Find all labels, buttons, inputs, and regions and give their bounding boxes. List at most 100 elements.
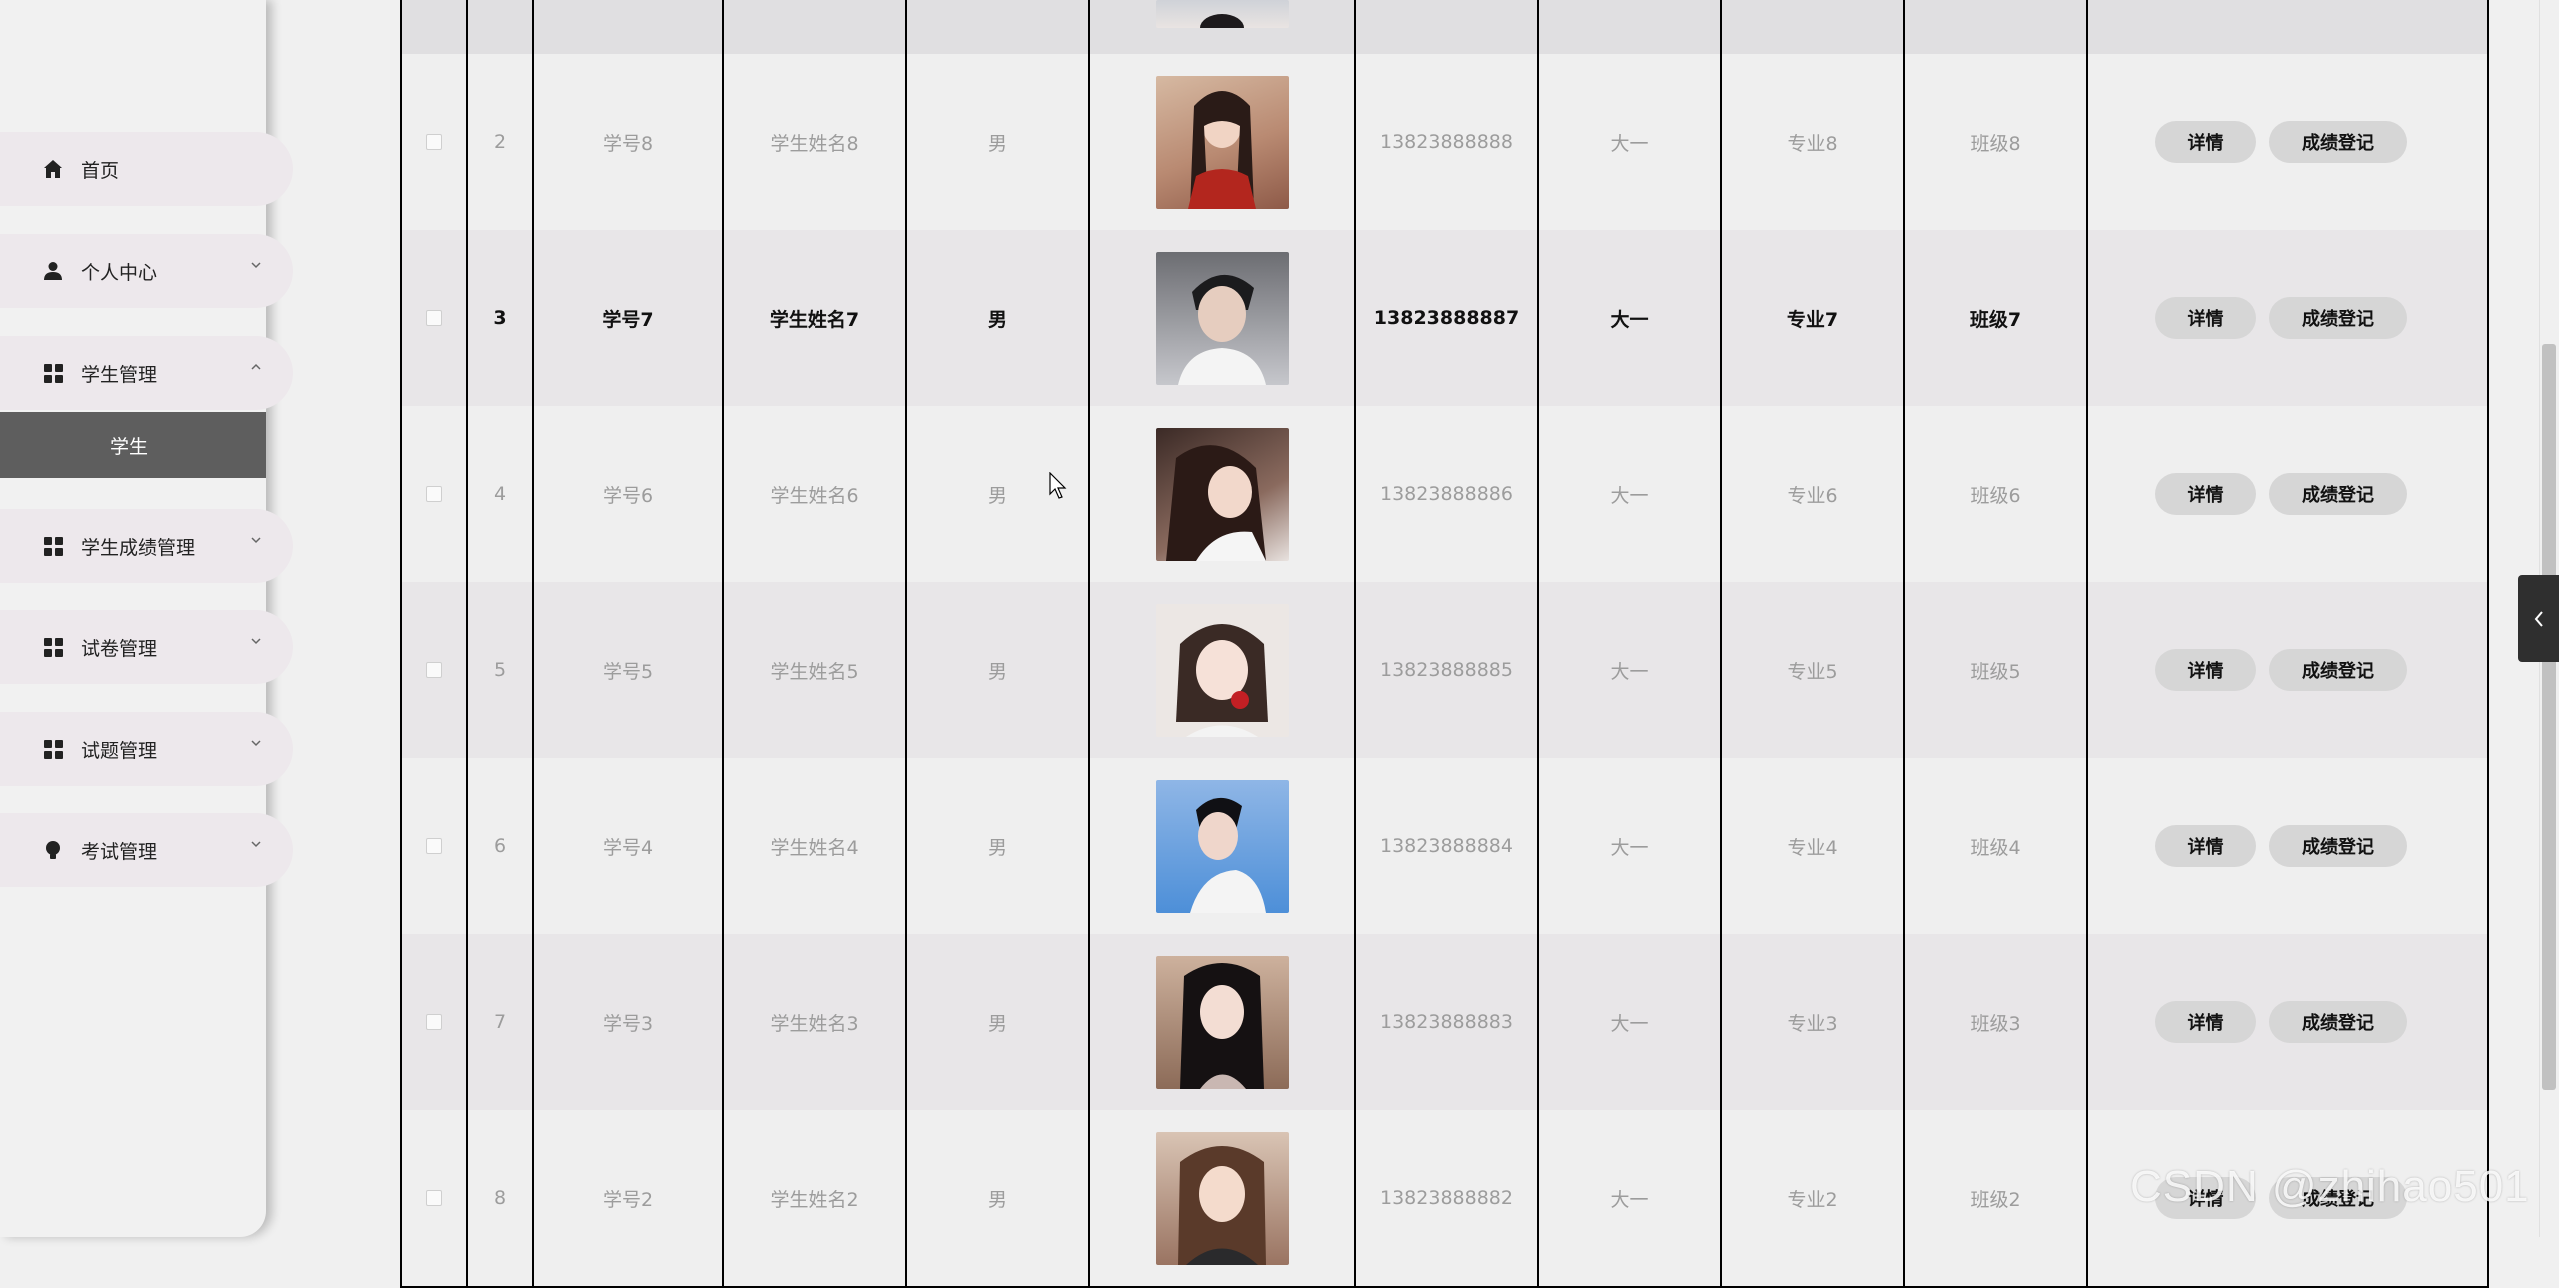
- row-checkbox[interactable]: [426, 838, 442, 854]
- detail-button[interactable]: 详情: [2155, 649, 2256, 691]
- row-checkbox[interactable]: [426, 1014, 442, 1030]
- sidebar-subitem-student[interactable]: 学生: [0, 412, 266, 478]
- name-cell: 学生姓名2: [722, 1110, 905, 1286]
- user-icon: [43, 261, 63, 281]
- watermark: CSDN @zhihao501: [2130, 1162, 2530, 1211]
- phone-cell: 13823888882: [1354, 1110, 1537, 1286]
- detail-button[interactable]: 详情: [2155, 825, 2256, 867]
- class-cell: [1903, 0, 2086, 54]
- grid-icon: [43, 739, 63, 759]
- photo-cell: [1088, 230, 1354, 406]
- index-cell: 5: [466, 582, 532, 758]
- sex-cell: 男: [905, 934, 1088, 1110]
- class-cell: 班级5: [1903, 582, 2086, 758]
- index-cell: 6: [466, 758, 532, 934]
- detail-button[interactable]: 详情: [2155, 121, 2256, 163]
- index-cell: 8: [466, 1110, 532, 1286]
- sex-cell: 男: [905, 1110, 1088, 1286]
- class-cell: 班级8: [1903, 54, 2086, 230]
- actions-cell: 详情 成绩登记: [2086, 758, 2489, 934]
- grade-cell: 大一: [1537, 1110, 1720, 1286]
- grade-cell: 大一: [1537, 230, 1720, 406]
- checkbox-cell: [400, 230, 466, 406]
- row-checkbox[interactable]: [426, 662, 442, 678]
- chevron-down-icon: [251, 537, 261, 544]
- scrollbar-thumb[interactable]: [2542, 344, 2556, 1090]
- chevron-left-icon: [2534, 610, 2543, 627]
- table-row: [400, 0, 2489, 56]
- major-cell: 专业4: [1720, 758, 1903, 934]
- name-cell: 学生姓名5: [722, 582, 905, 758]
- table-row: 3 学号7 学生姓名7 男 13823888887 大一 专业7 班级7 详情 …: [400, 230, 2489, 408]
- sidebar-item-home[interactable]: 首页: [0, 132, 293, 206]
- student-photo[interactable]: [1155, 75, 1289, 209]
- detail-button[interactable]: 详情: [2155, 297, 2256, 339]
- chevron-down-icon: [251, 638, 261, 645]
- detail-button[interactable]: 详情: [2155, 473, 2256, 515]
- student-photo[interactable]: [1155, 603, 1289, 737]
- grade-register-button[interactable]: 成绩登记: [2269, 297, 2407, 339]
- row-checkbox[interactable]: [426, 310, 442, 326]
- chevron-down-icon: [251, 841, 261, 848]
- sidebar-subitem-label: 学生: [109, 435, 148, 458]
- major-cell: 专业8: [1720, 54, 1903, 230]
- detail-button[interactable]: 详情: [2155, 1001, 2256, 1043]
- name-cell: [722, 0, 905, 54]
- phone-cell: 13823888885: [1354, 582, 1537, 758]
- name-cell: 学生姓名3: [722, 934, 905, 1110]
- student-photo[interactable]: [1155, 427, 1289, 561]
- sidebar-item-score-management[interactable]: 学生成绩管理: [0, 509, 293, 583]
- checkbox-cell: [400, 406, 466, 582]
- major-cell: 专业6: [1720, 406, 1903, 582]
- table-row: 5 学号5 学生姓名5 男 13823888885 大一 专业5 班级5 详情 …: [400, 582, 2489, 760]
- chevron-up-icon: [251, 363, 261, 370]
- row-checkbox[interactable]: [426, 486, 442, 502]
- grid-icon: [43, 363, 63, 383]
- index-cell: [466, 0, 532, 54]
- sex-cell: 男: [905, 582, 1088, 758]
- grade-register-button[interactable]: 成绩登记: [2269, 649, 2407, 691]
- student-photo[interactable]: [1155, 955, 1289, 1089]
- sidebar-item-personal-center[interactable]: 个人中心: [0, 234, 293, 308]
- phone-cell: 13823888886: [1354, 406, 1537, 582]
- table-row: 2 学号8 学生姓名8 男 13823888888 大一 专业8 班级8 详情 …: [400, 54, 2489, 232]
- grade-register-button[interactable]: 成绩登记: [2269, 825, 2407, 867]
- sex-cell: 男: [905, 230, 1088, 406]
- major-cell: 专业2: [1720, 1110, 1903, 1286]
- actions-cell: 详情 成绩登记: [2086, 406, 2489, 582]
- student-photo: [1155, 0, 1289, 28]
- student-photo[interactable]: [1155, 779, 1289, 913]
- sidebar-item-label: 试卷管理: [81, 637, 158, 660]
- collapse-panel-tab[interactable]: [2518, 575, 2559, 662]
- student-photo[interactable]: [1155, 251, 1289, 385]
- student-photo[interactable]: [1155, 1131, 1289, 1265]
- photo-cell: [1088, 54, 1354, 230]
- class-cell: 班级2: [1903, 1110, 2086, 1286]
- class-cell: 班级3: [1903, 934, 2086, 1110]
- name-cell: 学生姓名4: [722, 758, 905, 934]
- sex-cell: 男: [905, 54, 1088, 230]
- grade-register-button[interactable]: 成绩登记: [2269, 1001, 2407, 1043]
- student-no-cell: 学号3: [532, 934, 722, 1110]
- name-cell: 学生姓名8: [722, 54, 905, 230]
- student-no-cell: 学号7: [532, 230, 722, 406]
- grade-register-button[interactable]: 成绩登记: [2269, 473, 2407, 515]
- checkbox-cell: [400, 934, 466, 1110]
- index-cell: 3: [466, 230, 532, 406]
- sidebar-item-exam-management[interactable]: 考试管理: [0, 813, 293, 887]
- mouse-cursor-icon: [1049, 472, 1067, 499]
- sidebar-item-student-management[interactable]: 学生管理: [0, 336, 293, 410]
- sidebar-item-label: 试题管理: [81, 739, 158, 762]
- sidebar-item-label: 学生管理: [81, 363, 158, 386]
- sidebar-item-paper-management[interactable]: 试卷管理: [0, 610, 293, 684]
- photo-cell: [1088, 1110, 1354, 1286]
- sidebar-item-question-management[interactable]: 试题管理: [0, 712, 293, 786]
- sidebar-item-label: 首页: [81, 159, 120, 182]
- class-cell: 班级7: [1903, 230, 2086, 406]
- phone-cell: 13823888888: [1354, 54, 1537, 230]
- grade-register-button[interactable]: 成绩登记: [2269, 121, 2407, 163]
- row-checkbox[interactable]: [426, 134, 442, 150]
- grade-cell: [1537, 0, 1720, 54]
- grade-cell: 大一: [1537, 934, 1720, 1110]
- row-checkbox[interactable]: [426, 1190, 442, 1206]
